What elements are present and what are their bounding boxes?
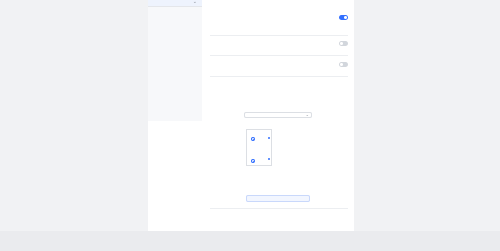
- sidebar-item[interactable]: [154, 83, 198, 89]
- sidebar-item[interactable]: [154, 18, 198, 24]
- option-marker: [268, 137, 270, 139]
- sidebar-header[interactable]: ⌄: [148, 0, 202, 7]
- toggle-knob: [340, 63, 343, 66]
- save-layout-button[interactable]: [246, 195, 310, 202]
- radio-icon[interactable]: [251, 159, 255, 163]
- sidebar-item[interactable]: [154, 9, 198, 15]
- sidebar-item[interactable]: [154, 73, 198, 79]
- settings-sidebar: ⌄: [148, 0, 202, 121]
- layout-select[interactable]: ⌄: [244, 112, 312, 118]
- chevron-down-icon: ⌄: [192, 0, 197, 5]
- toggle-knob: [344, 16, 347, 19]
- layout-preview: [246, 129, 272, 166]
- setting-toggle[interactable]: [339, 15, 348, 20]
- sidebar-item[interactable]: [154, 55, 198, 61]
- setting-toggle[interactable]: [339, 41, 348, 46]
- sidebar-item-active[interactable]: [154, 92, 198, 98]
- setting-toggle[interactable]: [339, 62, 348, 67]
- divider: [210, 55, 348, 56]
- sidebar-item[interactable]: [154, 27, 198, 33]
- divider: [210, 76, 348, 77]
- radio-icon[interactable]: [251, 137, 255, 141]
- divider: [210, 208, 348, 209]
- sidebar-item[interactable]: [154, 64, 198, 70]
- sidebar-item[interactable]: [154, 37, 198, 43]
- settings-main: ⌄: [210, 0, 348, 231]
- sidebar-item[interactable]: [154, 46, 198, 52]
- page-footer: [0, 231, 500, 251]
- option-marker: [268, 158, 270, 160]
- settings-card: ⌄ ⌄: [148, 0, 354, 231]
- chevron-down-icon: ⌄: [305, 112, 309, 117]
- toggle-knob: [340, 42, 343, 45]
- divider: [210, 35, 348, 36]
